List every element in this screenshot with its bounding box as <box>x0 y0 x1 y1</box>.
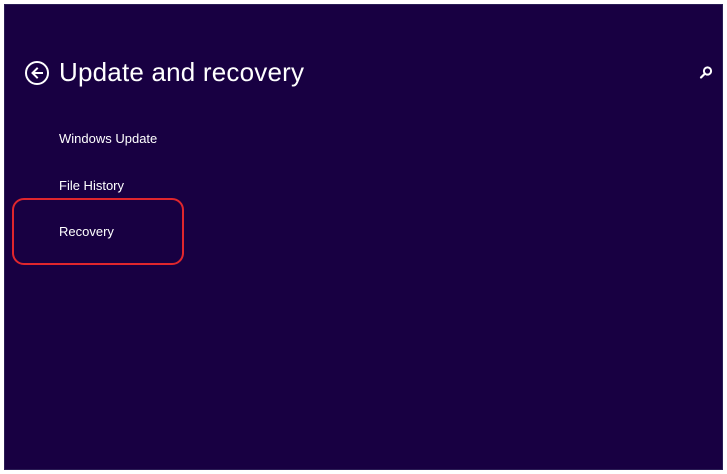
nav-item-file-history[interactable]: File History <box>59 178 124 193</box>
page-title: Update and recovery <box>59 57 305 87</box>
search-icon <box>699 66 713 79</box>
nav-item-windows-update[interactable]: Windows Update <box>59 131 157 146</box>
search-button[interactable] <box>696 63 716 83</box>
back-button[interactable] <box>25 61 49 85</box>
back-arrow-icon <box>31 67 43 79</box>
nav-item-recovery[interactable]: Recovery <box>59 224 114 239</box>
settings-window: Update and recovery Windows Update File … <box>4 4 723 470</box>
header: Update and recovery <box>5 5 722 115</box>
